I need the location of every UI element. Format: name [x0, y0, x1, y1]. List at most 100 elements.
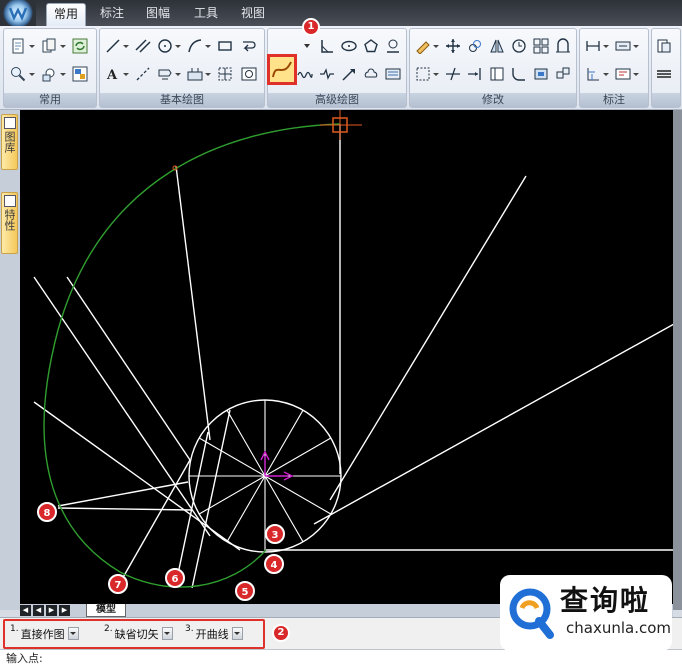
- chamfer-button[interactable]: [532, 65, 550, 83]
- ellipse-button[interactable]: [340, 37, 358, 55]
- arrow-button[interactable]: [340, 65, 358, 83]
- tab-drawing-frame[interactable]: 图幅: [138, 3, 178, 26]
- scale-dropdown[interactable]: [432, 65, 439, 83]
- prev-layout-button[interactable]: ◀: [33, 605, 44, 616]
- option-draw-mode[interactable]: 1. 直接作图: [10, 624, 79, 642]
- array-button[interactable]: [532, 37, 550, 55]
- line-dropdown[interactable]: [122, 37, 129, 55]
- erase-icon: [416, 41, 430, 54]
- rectangle-icon: [218, 41, 232, 51]
- dimension-style-button[interactable]: [614, 37, 632, 55]
- tab-common[interactable]: 常用: [46, 3, 86, 26]
- command-line[interactable]: 输入点:: [0, 649, 682, 667]
- mirror-button[interactable]: [488, 37, 506, 55]
- dock-tab-library[interactable]: 图库: [1, 114, 18, 170]
- rotate-button[interactable]: [510, 37, 528, 55]
- hole-axis-button[interactable]: [384, 37, 402, 55]
- next-layout-button[interactable]: ▶: [46, 605, 57, 616]
- coordinate-dimension-button[interactable]: [584, 65, 602, 83]
- spline-dropdown[interactable]: [298, 37, 316, 55]
- last-layout-button[interactable]: ▶: [59, 605, 70, 616]
- circle-button[interactable]: [156, 37, 174, 55]
- rotate-icon: [512, 39, 526, 53]
- chevron-down-icon[interactable]: [161, 627, 173, 640]
- copy-button[interactable]: [466, 37, 484, 55]
- open-file-button[interactable]: [40, 37, 58, 55]
- stretch-icon: [556, 38, 570, 53]
- new-file-icon: [12, 38, 24, 54]
- pan-view-dropdown[interactable]: [59, 65, 66, 83]
- erase-button[interactable]: [414, 37, 432, 55]
- right-dock-scrollbar[interactable]: [673, 110, 682, 610]
- spline-button[interactable]: [267, 54, 297, 85]
- tab-tools[interactable]: 工具: [186, 3, 226, 26]
- dimension-button[interactable]: [584, 37, 602, 55]
- trim-icon: [446, 67, 460, 81]
- extend-icon: [468, 68, 481, 80]
- trim-button[interactable]: [444, 65, 462, 83]
- block-dropdown[interactable]: [204, 65, 211, 83]
- zoom-dropdown[interactable]: [28, 65, 35, 83]
- block-button[interactable]: [186, 65, 204, 83]
- block-icon: [187, 68, 203, 81]
- panel-more: [651, 28, 681, 108]
- polygon-button[interactable]: [362, 37, 380, 55]
- left-dock: 图库 特性: [0, 110, 20, 610]
- circle-dropdown[interactable]: [174, 37, 181, 55]
- pan-view-button[interactable]: [40, 65, 58, 83]
- coordinate-dimension-dropdown[interactable]: [602, 65, 609, 83]
- attribute-button[interactable]: [655, 37, 673, 55]
- move-icon: [446, 39, 460, 53]
- line-button[interactable]: [104, 37, 122, 55]
- open-file-dropdown[interactable]: [59, 37, 66, 55]
- chevron-down-icon[interactable]: [67, 627, 79, 640]
- stretch-button[interactable]: [554, 37, 572, 55]
- arc-dropdown[interactable]: [204, 37, 211, 55]
- extend-button[interactable]: [466, 65, 484, 83]
- scale-button[interactable]: [414, 65, 432, 83]
- tab-dimension[interactable]: 标注: [92, 3, 132, 26]
- centerline-button[interactable]: [134, 65, 152, 83]
- drawing-canvas[interactable]: 3 4 5 6 7 8: [20, 110, 673, 610]
- parallel-line-button[interactable]: [134, 37, 152, 55]
- text-dropdown[interactable]: [122, 65, 129, 83]
- text-edit-dropdown[interactable]: [632, 65, 639, 83]
- erase-dropdown[interactable]: [432, 37, 439, 55]
- option-tangent[interactable]: 2. 缺省切矢: [104, 624, 173, 642]
- zigzag-line-button[interactable]: [318, 65, 336, 83]
- break-button[interactable]: [488, 65, 506, 83]
- first-layout-button[interactable]: ◀: [20, 605, 31, 616]
- dimension-style-dropdown[interactable]: [632, 37, 639, 55]
- refresh-button[interactable]: [71, 37, 89, 55]
- arc-button[interactable]: [186, 37, 204, 55]
- hatch-dropdown[interactable]: [174, 65, 181, 83]
- text-edit-button[interactable]: [614, 65, 632, 83]
- new-file-dropdown[interactable]: [28, 37, 35, 55]
- image-button[interactable]: [240, 65, 258, 83]
- dock-tab-properties[interactable]: 特性: [1, 192, 18, 254]
- fillet-button[interactable]: [510, 65, 528, 83]
- option-curve-type[interactable]: 3. 开曲线: [185, 624, 243, 642]
- boundary-button[interactable]: [216, 65, 234, 83]
- option-tangent-value: 缺省切矢: [114, 628, 159, 641]
- properties-button[interactable]: [71, 65, 89, 83]
- cloud-line-button[interactable]: [362, 65, 380, 83]
- chevron-down-icon[interactable]: [231, 627, 243, 640]
- dimension-dropdown[interactable]: [602, 37, 609, 55]
- app-menu-button[interactable]: [0, 0, 36, 26]
- move-button[interactable]: [444, 37, 462, 55]
- explode-button[interactable]: [554, 65, 572, 83]
- ortho-line-button[interactable]: [318, 37, 336, 55]
- watermark-logo-icon: [509, 588, 554, 639]
- tab-view[interactable]: 视图: [233, 3, 273, 26]
- new-file-button[interactable]: [9, 37, 27, 55]
- polyline-button[interactable]: [240, 37, 258, 55]
- wave-line-button[interactable]: [296, 65, 314, 83]
- hatch-button[interactable]: [156, 65, 174, 83]
- sample-line-button[interactable]: [384, 65, 402, 83]
- text-button[interactable]: A: [104, 65, 122, 83]
- rectangle-button[interactable]: [216, 37, 234, 55]
- linetype-button[interactable]: [655, 65, 673, 83]
- model-tab[interactable]: 模型: [86, 604, 126, 617]
- zoom-button[interactable]: [9, 65, 27, 83]
